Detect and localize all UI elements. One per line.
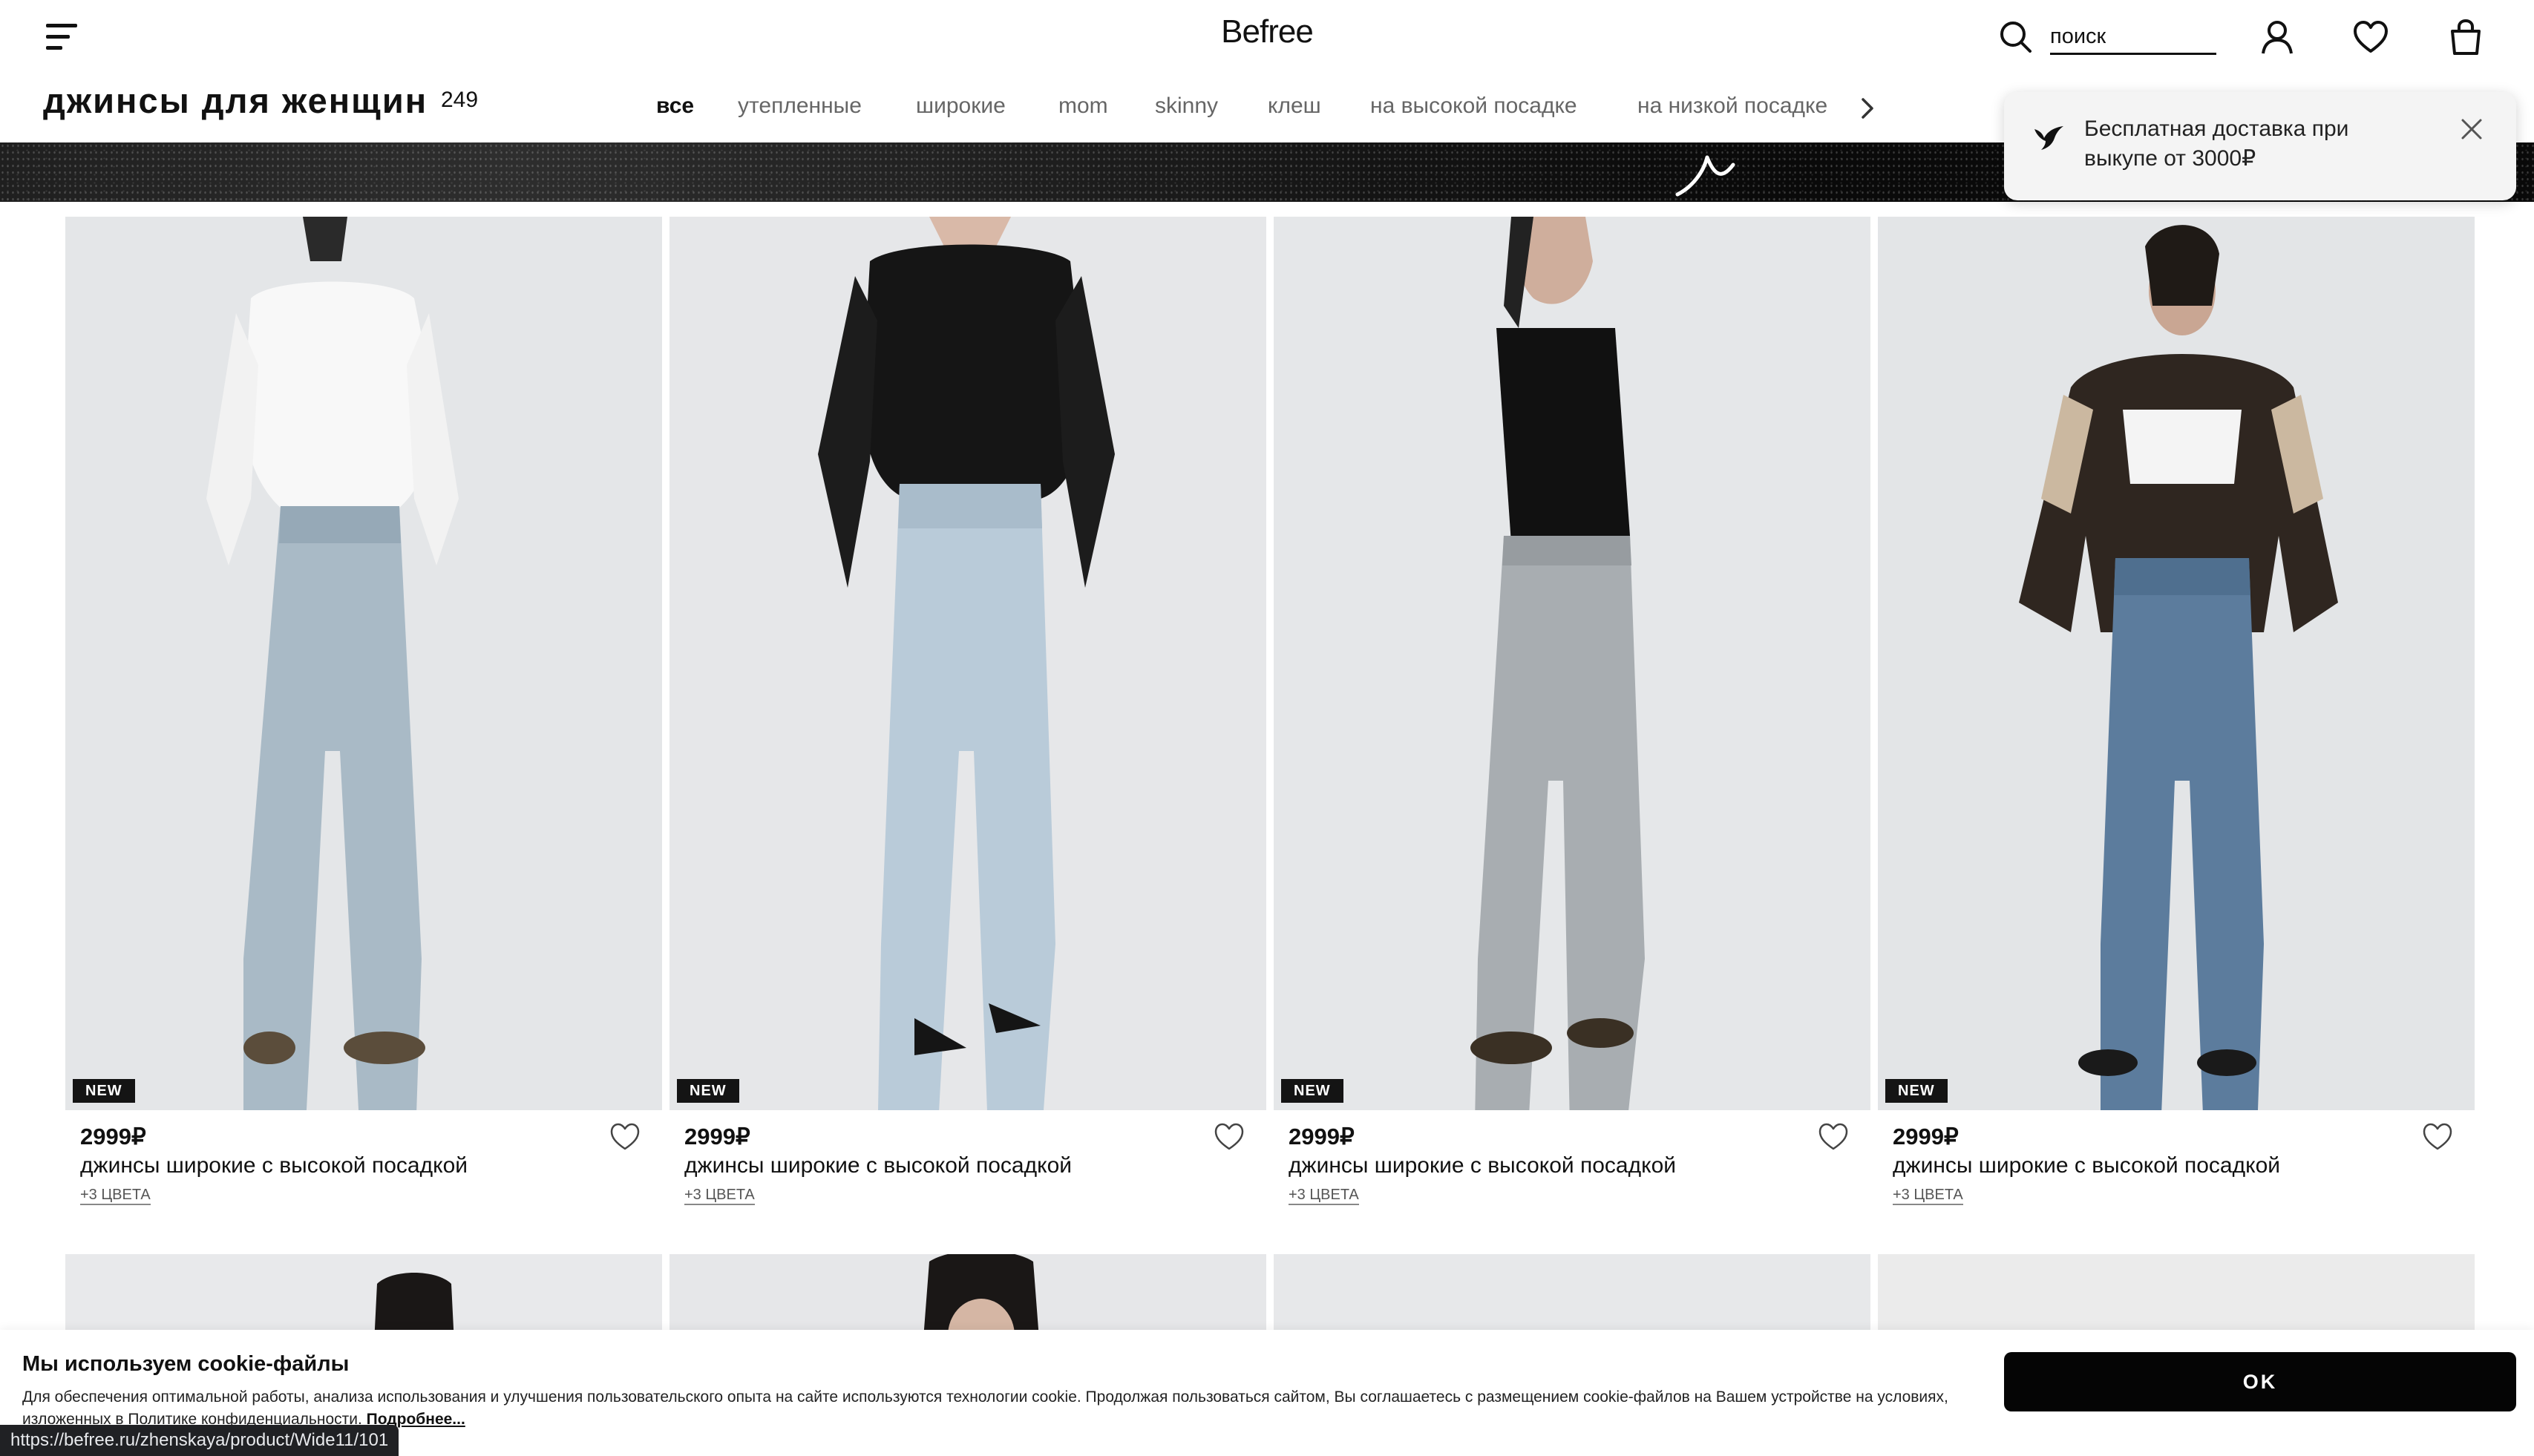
product-price: 2999₽	[1289, 1124, 1355, 1150]
new-badge: NEW	[1885, 1079, 1948, 1103]
delivery-toast: Бесплатная доставка при выкупе от 3000₽	[2004, 92, 2516, 200]
product-name[interactable]: джинсы широкие с высокой посадкой	[80, 1153, 468, 1178]
product-name[interactable]: джинсы широкие с высокой посадкой	[1289, 1153, 1676, 1178]
filter-tab-high-rise[interactable]: на высокой посадке	[1370, 94, 1577, 119]
product-count: 249	[441, 88, 479, 112]
more-colors-link[interactable]: +3 ЦВЕТА	[1289, 1186, 1359, 1205]
new-badge: NEW	[1281, 1079, 1343, 1103]
cookie-ok-button[interactable]: OK	[2004, 1352, 2516, 1411]
product-photo[interactable]: NEW	[669, 217, 1266, 1110]
heart-icon[interactable]	[609, 1122, 641, 1152]
product-card[interactable]: NEW 2999₽ джинсы широкие с высокой посад…	[669, 217, 1266, 1205]
product-card[interactable]: NEW 2999₽ джинсы широкие с высокой посад…	[1274, 217, 1870, 1205]
filter-tab-all[interactable]: все	[656, 94, 694, 119]
new-badge: NEW	[677, 1079, 739, 1103]
product-price: 2999₽	[684, 1124, 750, 1150]
heart-icon[interactable]	[1817, 1122, 1850, 1152]
filter-tab-low-rise[interactable]: на низкой посадке	[1637, 94, 1827, 119]
bag-icon[interactable]	[2446, 18, 2485, 56]
heart-icon[interactable]	[2421, 1122, 2454, 1152]
model-illustration	[1274, 217, 1870, 1110]
product-price: 2999₽	[80, 1124, 146, 1150]
cookie-description: Для обеспечения оптимальной работы, анал…	[22, 1388, 1948, 1428]
status-url: https://befree.ru/zhenskaya/product/Wide…	[0, 1425, 399, 1456]
user-icon[interactable]	[2258, 18, 2296, 56]
cookie-title: Мы используем cookie-файлы	[22, 1352, 350, 1376]
toast-message: Бесплатная доставка при выкупе от 3000₽	[2084, 117, 2349, 171]
menu-icon[interactable]	[46, 22, 79, 52]
more-colors-link[interactable]: +3 ЦВЕТА	[80, 1186, 151, 1205]
filter-tab-skinny[interactable]: skinny	[1155, 94, 1218, 119]
filter-tab-wide[interactable]: широкие	[916, 94, 1006, 119]
search-input[interactable]	[2050, 21, 2216, 55]
more-colors-link[interactable]: +3 ЦВЕТА	[684, 1186, 755, 1205]
product-photo[interactable]: NEW	[1274, 217, 1870, 1110]
cookie-text: Для обеспечения оптимальной работы, анал…	[22, 1386, 1967, 1431]
search-icon[interactable]	[1998, 19, 2034, 55]
page-title: джинсы для женщин	[43, 81, 428, 120]
new-badge: NEW	[73, 1079, 135, 1103]
more-colors-link[interactable]: +3 ЦВЕТА	[1893, 1186, 1963, 1205]
filter-tab-mom[interactable]: mom	[1058, 94, 1108, 119]
model-illustration	[669, 217, 1266, 1110]
filter-tab-insulated[interactable]: утепленные	[738, 94, 862, 119]
site-logo[interactable]: Befree	[1113, 13, 1421, 58]
close-icon[interactable]	[2457, 114, 2486, 144]
chevron-right-icon[interactable]	[1854, 94, 1881, 123]
model-illustration	[1878, 217, 2475, 1110]
heart-icon[interactable]	[2351, 18, 2390, 56]
banner-scribble	[1675, 155, 1735, 197]
product-card[interactable]: NEW 2999₽ джинсы широкие с высокой посад…	[65, 217, 662, 1205]
product-photo[interactable]: NEW	[65, 217, 662, 1110]
product-card[interactable]: NEW 2999₽ джинсы широкие с высокой посад…	[1878, 217, 2475, 1205]
product-photo[interactable]: NEW	[1878, 217, 2475, 1110]
model-illustration	[65, 217, 662, 1110]
heart-icon[interactable]	[1213, 1122, 1245, 1152]
product-price: 2999₽	[1893, 1124, 1959, 1150]
product-name[interactable]: джинсы широкие с высокой посадкой	[684, 1153, 1072, 1178]
filter-tab-flare[interactable]: клеш	[1268, 94, 1321, 119]
product-name[interactable]: джинсы широкие с высокой посадкой	[1893, 1153, 2280, 1178]
bird-logo-icon	[2034, 126, 2063, 150]
